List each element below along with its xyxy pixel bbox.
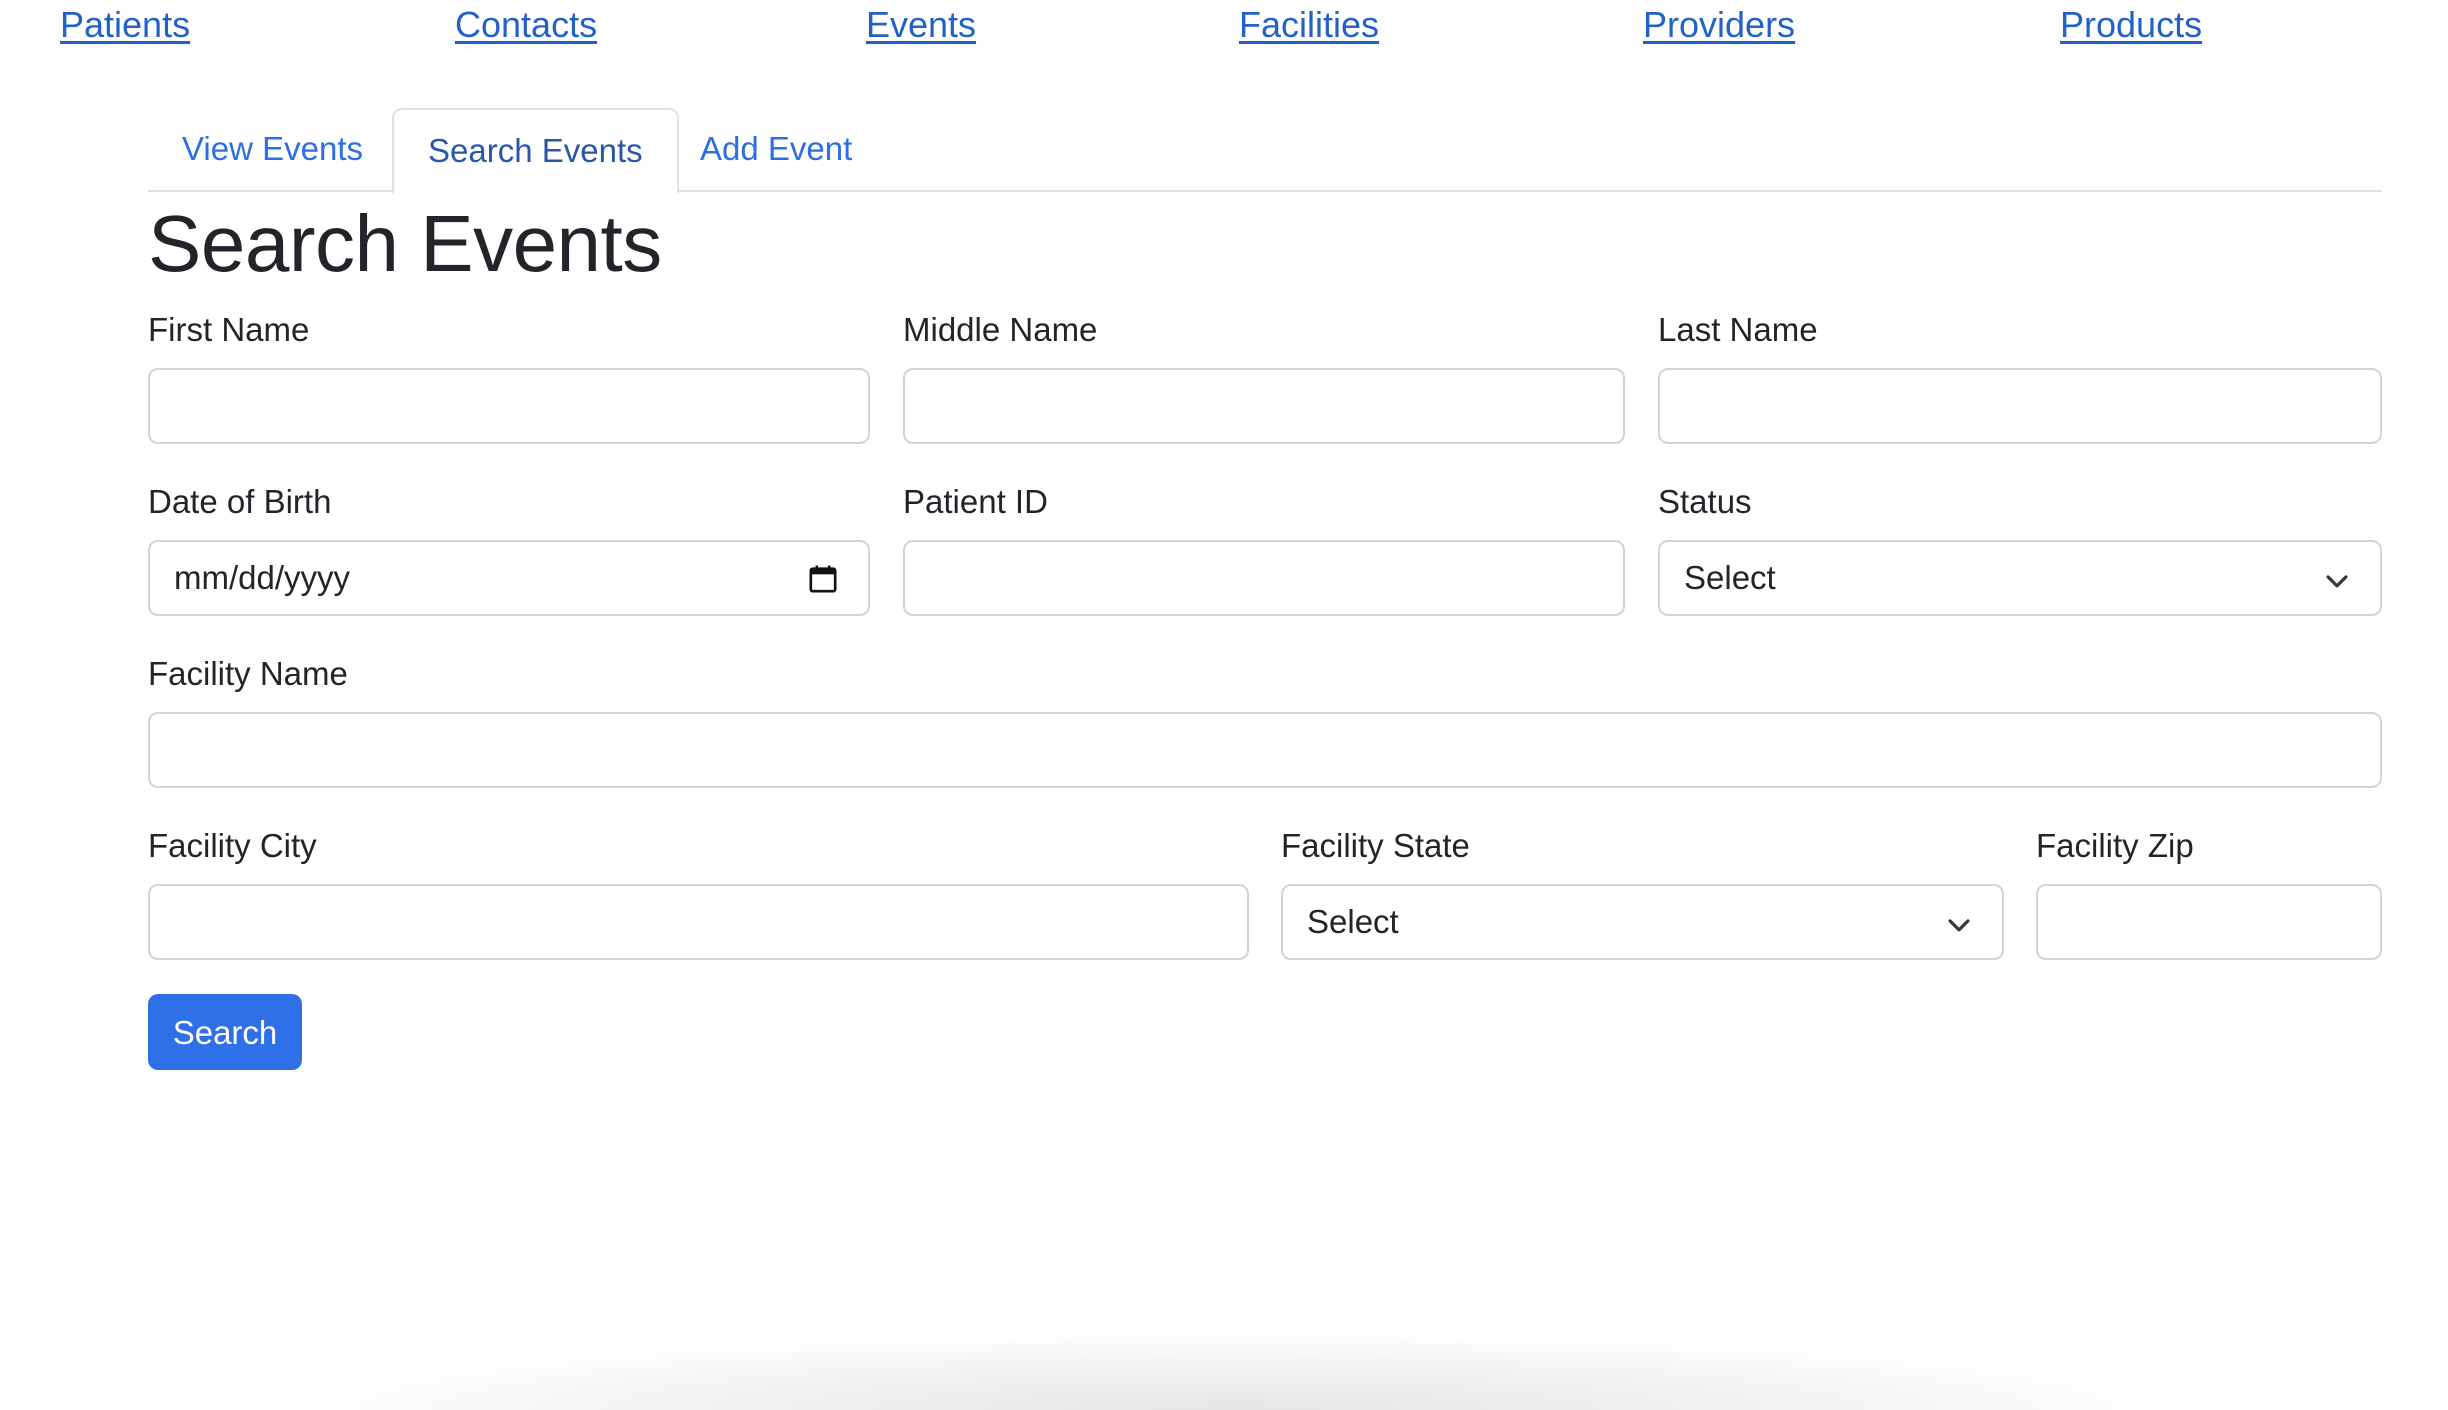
facility-name-input[interactable] <box>148 712 2382 788</box>
facility-state-label: Facility State <box>1281 827 1470 864</box>
nav-link-providers[interactable]: Providers <box>1643 4 1795 46</box>
nav-link-contacts[interactable]: Contacts <box>455 4 597 46</box>
patient-id-input[interactable] <box>903 540 1625 616</box>
page-title: Search Events <box>148 199 662 288</box>
facility-state-select[interactable]: Select <box>1281 884 2004 960</box>
facility-city-label: Facility City <box>148 827 317 864</box>
tab-search-events[interactable]: Search Events <box>392 108 679 194</box>
date-of-birth-placeholder: mm/dd/yyyy <box>174 559 351 596</box>
top-nav: Patients Contacts Events Facilities Prov… <box>0 4 2448 52</box>
chevron-down-icon <box>2326 575 2348 588</box>
last-name-label: Last Name <box>1658 311 1818 348</box>
nav-link-events[interactable]: Events <box>866 4 976 46</box>
nav-link-facilities[interactable]: Facilities <box>1239 4 1379 46</box>
nav-link-products[interactable]: Products <box>2060 4 2202 46</box>
facility-name-label: Facility Name <box>148 655 348 692</box>
facility-zip-label: Facility Zip <box>2036 827 2194 864</box>
facility-state-selected-value: Select <box>1307 903 1399 940</box>
chevron-down-icon <box>1948 919 1970 932</box>
first-name-label: First Name <box>148 311 310 348</box>
tab-view-events[interactable]: View Events <box>148 108 397 192</box>
status-select[interactable]: Select <box>1658 540 2382 616</box>
status-label: Status <box>1658 483 1752 520</box>
event-tabs: View Events Search Events Add Event <box>148 108 2382 194</box>
bottom-shadow <box>260 1330 2210 1410</box>
tab-add-event[interactable]: Add Event <box>666 108 886 192</box>
search-button[interactable]: Search <box>148 994 302 1070</box>
last-name-input[interactable] <box>1658 368 2382 444</box>
date-of-birth-label: Date of Birth <box>148 483 332 520</box>
middle-name-label: Middle Name <box>903 311 1098 348</box>
middle-name-input[interactable] <box>903 368 1625 444</box>
facility-zip-input[interactable] <box>2036 884 2382 960</box>
first-name-input[interactable] <box>148 368 870 444</box>
patient-id-label: Patient ID <box>903 483 1048 520</box>
facility-city-input[interactable] <box>148 884 1249 960</box>
status-selected-value: Select <box>1684 559 1776 596</box>
date-of-birth-input[interactable]: mm/dd/yyyy <box>148 540 870 616</box>
nav-link-patients[interactable]: Patients <box>60 4 190 46</box>
calendar-icon[interactable] <box>808 564 838 594</box>
